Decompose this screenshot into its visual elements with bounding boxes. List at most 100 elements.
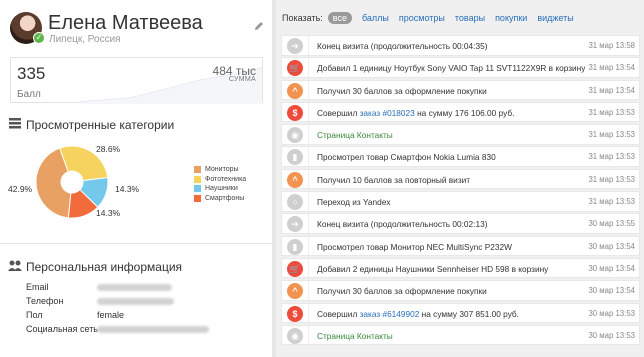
row-separator <box>308 80 309 100</box>
verified-check-icon: ✓ <box>33 32 45 44</box>
activity-text: Добавил 1 единицу Ноутбук Sony VAIO Tap … <box>317 63 586 74</box>
legend-swatch <box>194 175 201 183</box>
section-divider <box>0 243 272 244</box>
row-separator <box>308 102 309 122</box>
activity-row[interactable]: ^ Получил 10 баллов за повторный визит 31 … <box>281 168 640 190</box>
filter-tab-points[interactable]: баллы <box>362 13 389 23</box>
points-value: 335 <box>17 64 46 83</box>
row-separator <box>308 58 309 77</box>
activity-row[interactable]: ▮ Просмотрел товар Смартфон Nokia Lumia 8… <box>281 146 640 167</box>
pie-value-label: 14.3% <box>115 184 140 194</box>
activity-text: Страница Контакты <box>317 130 393 141</box>
activity-text: Получил 30 баллов за оформление покупки <box>317 286 487 297</box>
activity-text: Совершил заказ #018023 на сумму 176 106.… <box>317 107 515 118</box>
row-separator <box>308 236 309 256</box>
filter-tab-views[interactable]: просмотры <box>399 13 445 23</box>
cart-icon: 🛒 <box>287 260 303 277</box>
activity-row[interactable]: 🛒 Добавил 2 единицы Наушники Sennheiser H… <box>281 257 640 279</box>
filter-tab-purchases[interactable]: покупки <box>495 13 527 23</box>
activity-date: 31 мар 13:53 <box>588 130 635 140</box>
eye-icon: ◉ <box>287 327 303 344</box>
stats-card: 335 Балл 484 тыс СУММА <box>10 57 263 104</box>
activity-date: 31 мар 13:53 <box>588 174 635 184</box>
activity-date: 30 мар 13:55 <box>588 219 635 229</box>
activity-row[interactable]: ➔ Конец визита (продолжительность 00:04:3… <box>281 35 640 56</box>
activity-date: 31 мар 13:54 <box>588 85 635 95</box>
activity-row[interactable]: ➔ Конец визита (продолжительность 00:02:1… <box>281 213 640 234</box>
legend-item: Наушники <box>194 184 246 194</box>
activity-date: 30 мар 13:54 <box>588 286 635 296</box>
filter-tab-products[interactable]: товары <box>455 13 485 23</box>
row-separator <box>308 36 309 55</box>
email-label: Email <box>26 282 49 292</box>
activity-panel: Показать: все баллы просмотры товары пок… <box>276 0 644 357</box>
activity-row[interactable]: ▮ Просмотрел товар Монитор NEC MultiSync … <box>281 235 640 257</box>
row-separator <box>308 303 309 323</box>
legend-swatch <box>194 185 201 193</box>
activity-row[interactable]: $ Совершил заказ #018023 на сумму 176 106… <box>281 101 640 123</box>
row-separator <box>308 147 309 166</box>
activity-date: 30 мар 13:53 <box>588 308 635 318</box>
filter-bar: Показать: все баллы просмотры товары пок… <box>282 12 584 24</box>
activity-text: Добавил 2 единицы Наушники Sennheiser HD… <box>317 263 549 274</box>
user-name: Елена Матвеева <box>48 12 203 34</box>
points-up-icon: ^ <box>287 82 303 99</box>
legend-label: Мониторы <box>205 166 239 174</box>
activity-feed: ➔ Конец визита (продолжительность 00:04:3… <box>281 35 640 347</box>
social-label: Социальная сеть <box>26 324 98 334</box>
activity-date: 31 мар 13:58 <box>588 41 635 50</box>
user-city: Липецк, Россия <box>49 34 121 45</box>
legend-item: Смартфоны <box>194 194 246 204</box>
dollar-icon: $ <box>287 305 303 322</box>
activity-text: Совершил заказ #6149902 на сумму 307 851… <box>317 308 519 319</box>
activity-date: 31 мар 13:54 <box>588 63 635 73</box>
activity-date: 30 мар 13:54 <box>588 241 635 251</box>
gender-label: Пол <box>26 310 43 320</box>
personal-info-title: Персональная информация <box>26 260 183 274</box>
order-link[interactable]: заказ #6149902 <box>360 309 420 319</box>
row-separator <box>308 281 309 300</box>
row-separator <box>308 325 309 345</box>
activity-row[interactable]: ○ Переход из Yandex 31 мар 13:53 <box>281 191 640 212</box>
activity-text: Конец визита (продолжительность 00:04:35… <box>317 41 488 51</box>
row-separator <box>308 192 309 211</box>
exit-icon: ➔ <box>287 216 303 233</box>
activity-date: 31 мар 13:53 <box>588 107 635 117</box>
categories-pie-chart: 42.9% 28.6% 14.3% 14.3% <box>8 144 140 219</box>
row-separator <box>308 214 309 233</box>
legend-label: Смартфоны <box>205 194 245 202</box>
exit-icon: ➔ <box>287 38 303 54</box>
phone-value-redacted <box>97 298 174 305</box>
legend-label: Наушники <box>205 185 238 193</box>
activity-date: 30 мар 13:53 <box>588 330 635 340</box>
legend-swatch <box>194 194 201 202</box>
legend-item: Фототехника <box>194 175 246 185</box>
pencil-edit-icon[interactable] <box>253 20 265 32</box>
activity-text: Получил 10 баллов за повторный визит <box>317 174 471 185</box>
points-up-icon: ^ <box>287 283 303 300</box>
points-up-icon: ^ <box>287 171 303 188</box>
email-value-redacted <box>97 284 172 291</box>
activity-row[interactable]: ◉ Страница Контакты 31 мар 13:53 <box>281 124 640 145</box>
profile-page: ✓ Елена Матвеева Липецк, Россия 335 Балл… <box>0 0 644 357</box>
profile-panel: ✓ Елена Матвеева Липецк, Россия 335 Балл… <box>0 0 272 357</box>
monitor-icon: ▮ <box>287 238 303 255</box>
filter-tab-all[interactable]: все <box>327 12 352 24</box>
activity-row[interactable]: ^ Получил 30 баллов за оформление покупки… <box>281 79 640 101</box>
row-separator <box>308 169 309 189</box>
activity-text: Переход из Yandex <box>317 197 391 208</box>
legend-swatch <box>194 166 201 174</box>
sum-label: СУММА <box>228 76 256 83</box>
order-link[interactable]: заказ #018023 <box>360 108 415 118</box>
phone-label: Телефон <box>26 296 64 306</box>
activity-row[interactable]: 🛒 Добавил 1 единицу Ноутбук Sony VAIO Tap… <box>281 57 640 78</box>
activity-row[interactable]: ◉ Страница Контакты 30 мар 13:53 <box>281 324 640 346</box>
legend-label: Фототехника <box>205 175 247 183</box>
activity-date: 30 мар 13:54 <box>588 263 635 273</box>
pie-value-label: 42.9% <box>8 184 33 194</box>
activity-text: Получил 30 баллов за оформление покупки <box>317 85 487 96</box>
activity-row[interactable]: ^ Получил 30 баллов за оформление покупки… <box>281 280 640 301</box>
activity-row[interactable]: $ Совершил заказ #6149902 на сумму 307 85… <box>281 302 640 324</box>
activity-text: Страница Контакты <box>317 330 393 341</box>
filter-tab-widgets[interactable]: виджеты <box>537 13 573 23</box>
